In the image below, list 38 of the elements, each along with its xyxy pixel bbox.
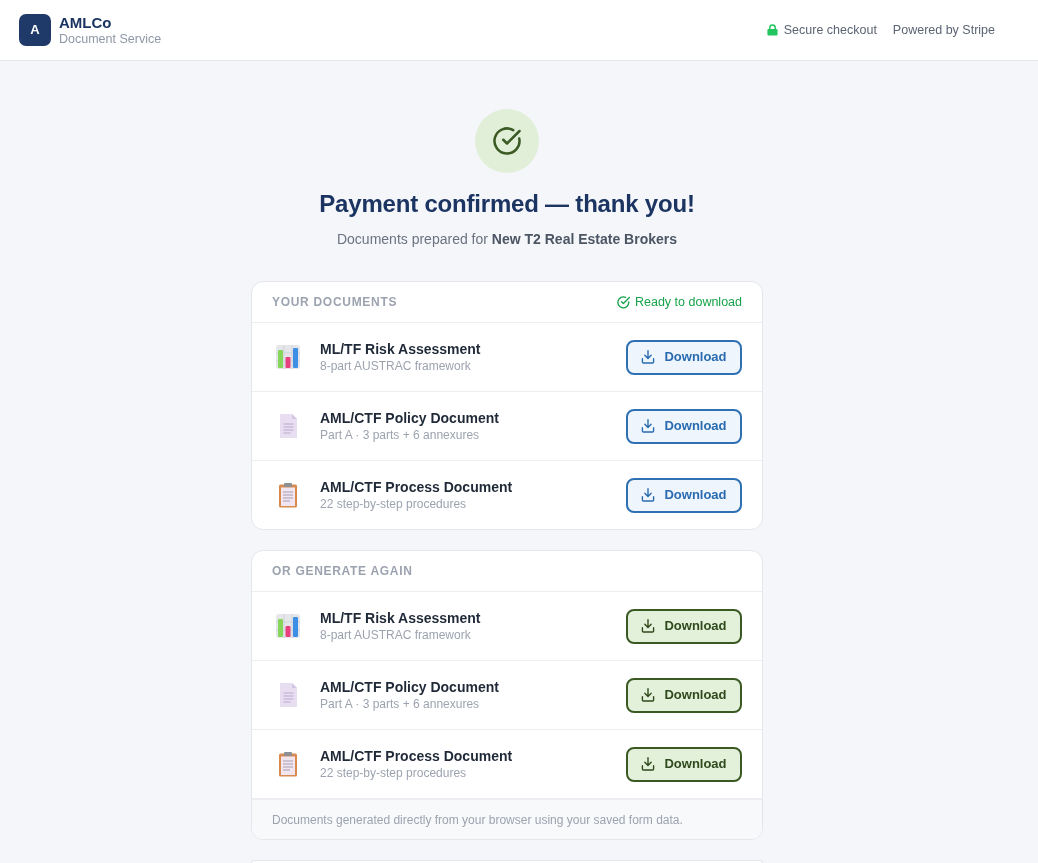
powered-by-label: Powered by Stripe bbox=[892, 21, 995, 39]
download-button[interactable]: Download bbox=[626, 408, 742, 444]
download-button[interactable]: Download bbox=[626, 339, 742, 375]
download-button[interactable]: Download bbox=[626, 677, 742, 713]
download-icon bbox=[641, 419, 656, 433]
footer-note: Documents generated directly from your browser using your saved form data. bbox=[252, 799, 762, 839]
document-subtitle: Part A · 3 parts + 6 annexures bbox=[320, 427, 481, 443]
document-title: AML/CTF Policy Document bbox=[320, 409, 500, 427]
document-subtitle: 8-part AUSTRAC framework bbox=[320, 627, 472, 643]
download-button[interactable]: Download bbox=[626, 608, 742, 644]
lock-icon bbox=[766, 24, 778, 36]
document-title: AML/CTF Policy Document bbox=[320, 678, 500, 696]
secure-checkout-label: Secure checkout bbox=[783, 21, 877, 39]
page-title: Payment confirmed — thank you! bbox=[319, 189, 695, 219]
document-title: ML/TF Risk Assessment bbox=[320, 609, 482, 627]
document-subtitle: 8-part AUSTRAC framework bbox=[320, 358, 472, 374]
download-icon bbox=[641, 350, 656, 364]
section-title: OR GENERATE AGAIN bbox=[272, 563, 413, 580]
document-title: AML/CTF Process Document bbox=[320, 747, 514, 765]
brand-name: AMLCo bbox=[59, 13, 113, 31]
download-icon bbox=[641, 619, 656, 633]
section-title: YOUR DOCUMENTS bbox=[272, 294, 398, 311]
success-check-icon bbox=[475, 109, 539, 173]
document-subtitle: 22 step-by-step procedures bbox=[320, 765, 468, 781]
logo: A bbox=[19, 14, 51, 46]
download-button[interactable]: Download bbox=[626, 746, 742, 782]
document-subtitle: 22 step-by-step procedures bbox=[320, 496, 468, 512]
check-circle-icon bbox=[616, 295, 630, 309]
document-title: ML/TF Risk Assessment bbox=[320, 340, 482, 358]
download-icon bbox=[641, 757, 656, 771]
document-title: AML/CTF Process Document bbox=[320, 478, 514, 496]
download-icon bbox=[641, 488, 656, 502]
download-icon bbox=[641, 688, 656, 702]
brand-tagline: Document Service bbox=[59, 30, 162, 47]
page-subtitle: Documents prepared for New T2 Real Estate Brokers bbox=[336, 230, 678, 249]
ready-status: Ready to download bbox=[634, 293, 742, 311]
download-button[interactable]: Download bbox=[626, 477, 742, 513]
document-subtitle: Part A · 3 parts + 6 annexures bbox=[320, 696, 481, 712]
